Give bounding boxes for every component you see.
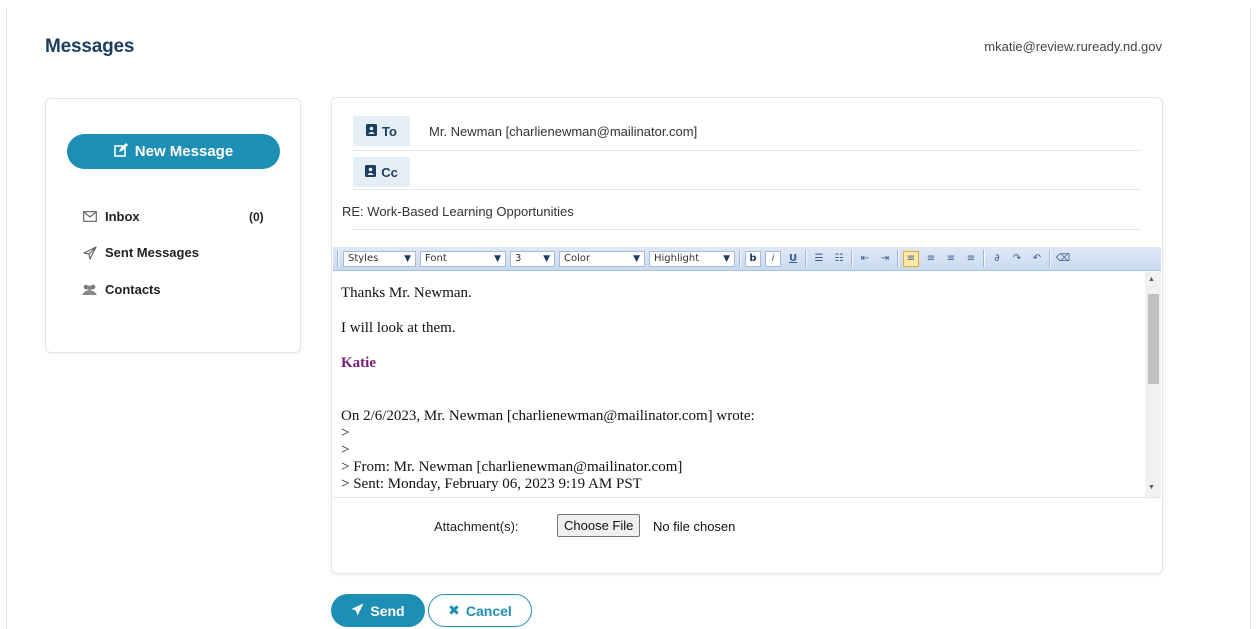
new-message-label: New Message [134, 143, 234, 160]
attachment-label: Attachment(s): [434, 519, 519, 534]
sidebar-item-contacts[interactable]: Contacts [82, 282, 161, 297]
edit-icon [113, 142, 129, 161]
quote-line: > From: Mr. Newman [charlienewman@mailin… [341, 459, 683, 475]
quote-line: > [341, 442, 350, 458]
underline-icon[interactable]: U [785, 251, 801, 267]
bullet-list-icon[interactable]: ☰ [811, 251, 827, 267]
align-left-icon[interactable]: ≡ [903, 250, 919, 267]
body-line: Thanks Mr. Newman. [341, 285, 472, 301]
editor-toolbar: Styles ▼ Font ▼ 3 ▼ Color ▼ Highlight ▼ b i U… [333, 247, 1161, 271]
font-size-select[interactable]: 3 ▼ [510, 250, 555, 267]
toolbar-separator [805, 250, 807, 267]
page-title: Messages [45, 36, 135, 57]
toolbar-separator [1049, 250, 1051, 267]
toolbar-separator [897, 250, 899, 267]
inbox-count: (0) [249, 210, 264, 224]
sidebar-item-label: Contacts [105, 282, 161, 297]
cancel-label: Cancel [465, 602, 512, 619]
indent-icon[interactable]: ⇥ [877, 251, 893, 267]
divider [353, 150, 1141, 151]
address-book-icon [365, 164, 377, 180]
toolbar-separator [337, 250, 339, 267]
eraser-icon[interactable]: ⌫ [1055, 251, 1071, 267]
compose-panel: To Mr. Newman [charlienewman@mailinator.… [331, 97, 1163, 574]
quote-line: > Sent: Monday, February 06, 2023 9:19 A… [341, 476, 642, 492]
sidebar-item-inbox[interactable]: Inbox [82, 209, 140, 224]
send-label: Send [370, 602, 405, 619]
quote-header: On 2/6/2023, Mr. Newman [charlienewman@m… [341, 408, 755, 424]
scroll-thumb[interactable] [1148, 294, 1159, 384]
file-status: No file chosen [653, 519, 736, 534]
highlight-select[interactable]: Highlight ▼ [649, 250, 735, 267]
scroll-up-icon[interactable]: ▲ [1148, 276, 1155, 283]
sidebar: New Message Inbox (0) Sent Messages Cont… [45, 98, 301, 353]
scroll-down-icon[interactable]: ▼ [1148, 484, 1155, 491]
align-center-icon[interactable]: ≡ [923, 251, 939, 267]
undo-icon[interactable]: ↶ [1029, 251, 1045, 267]
choose-file-button[interactable]: Choose File [557, 514, 641, 537]
italic-icon[interactable]: i [765, 250, 781, 267]
subject-field[interactable]: RE: Work-Based Learning Opportunities [342, 204, 574, 219]
divider [353, 229, 1141, 230]
to-button[interactable]: To [353, 116, 410, 146]
color-select[interactable]: Color ▼ [559, 250, 645, 267]
sidebar-item-label: Sent Messages [105, 245, 199, 260]
address-book-icon [366, 123, 378, 139]
sidebar-item-sent-messages[interactable]: Sent Messages [82, 245, 199, 260]
toolbar-separator [851, 250, 853, 267]
redo-icon[interactable]: ↷ [1009, 251, 1025, 267]
bold-icon[interactable]: b [745, 250, 761, 267]
message-editor[interactable]: Thanks Mr. Newman. I will look at them. … [333, 272, 1161, 498]
cancel-button[interactable]: ✖ Cancel [428, 594, 532, 627]
send-button[interactable]: Send [331, 594, 425, 627]
outdent-icon[interactable]: ⇤ [857, 251, 873, 267]
toolbar-separator [739, 250, 741, 267]
styles-select[interactable]: Styles ▼ [343, 250, 416, 267]
paper-plane-icon [351, 603, 364, 619]
font-select[interactable]: Font ▼ [420, 250, 506, 267]
divider [353, 189, 1141, 190]
envelope-icon [82, 209, 97, 224]
users-icon [82, 282, 97, 297]
message-body: Thanks Mr. Newman. I will look at them. … [341, 285, 1141, 493]
user-email: mkatie@review.ruready.nd.gov [984, 39, 1162, 54]
quote-line: > [341, 425, 350, 441]
to-label: To [382, 123, 397, 139]
cc-button[interactable]: Cc [353, 157, 410, 187]
align-right-icon[interactable]: ≡ [943, 251, 959, 267]
new-message-button[interactable]: New Message [67, 134, 280, 169]
numbered-list-icon[interactable]: ☷ [831, 251, 847, 267]
align-justify-icon[interactable]: ≡ [963, 251, 979, 267]
sidebar-item-label: Inbox [105, 209, 140, 224]
paper-plane-icon [82, 245, 97, 260]
link-icon[interactable]: ∂ [989, 251, 1005, 267]
to-field[interactable]: Mr. Newman [charlienewman@mailinator.com… [429, 124, 697, 139]
body-line: I will look at them. [341, 320, 456, 336]
toolbar-separator [983, 250, 985, 267]
editor-scrollbar[interactable]: ▲ ▼ [1145, 272, 1161, 497]
close-icon: ✖ [448, 602, 460, 618]
cc-label: Cc [381, 164, 398, 180]
signature: Katie [341, 355, 376, 371]
